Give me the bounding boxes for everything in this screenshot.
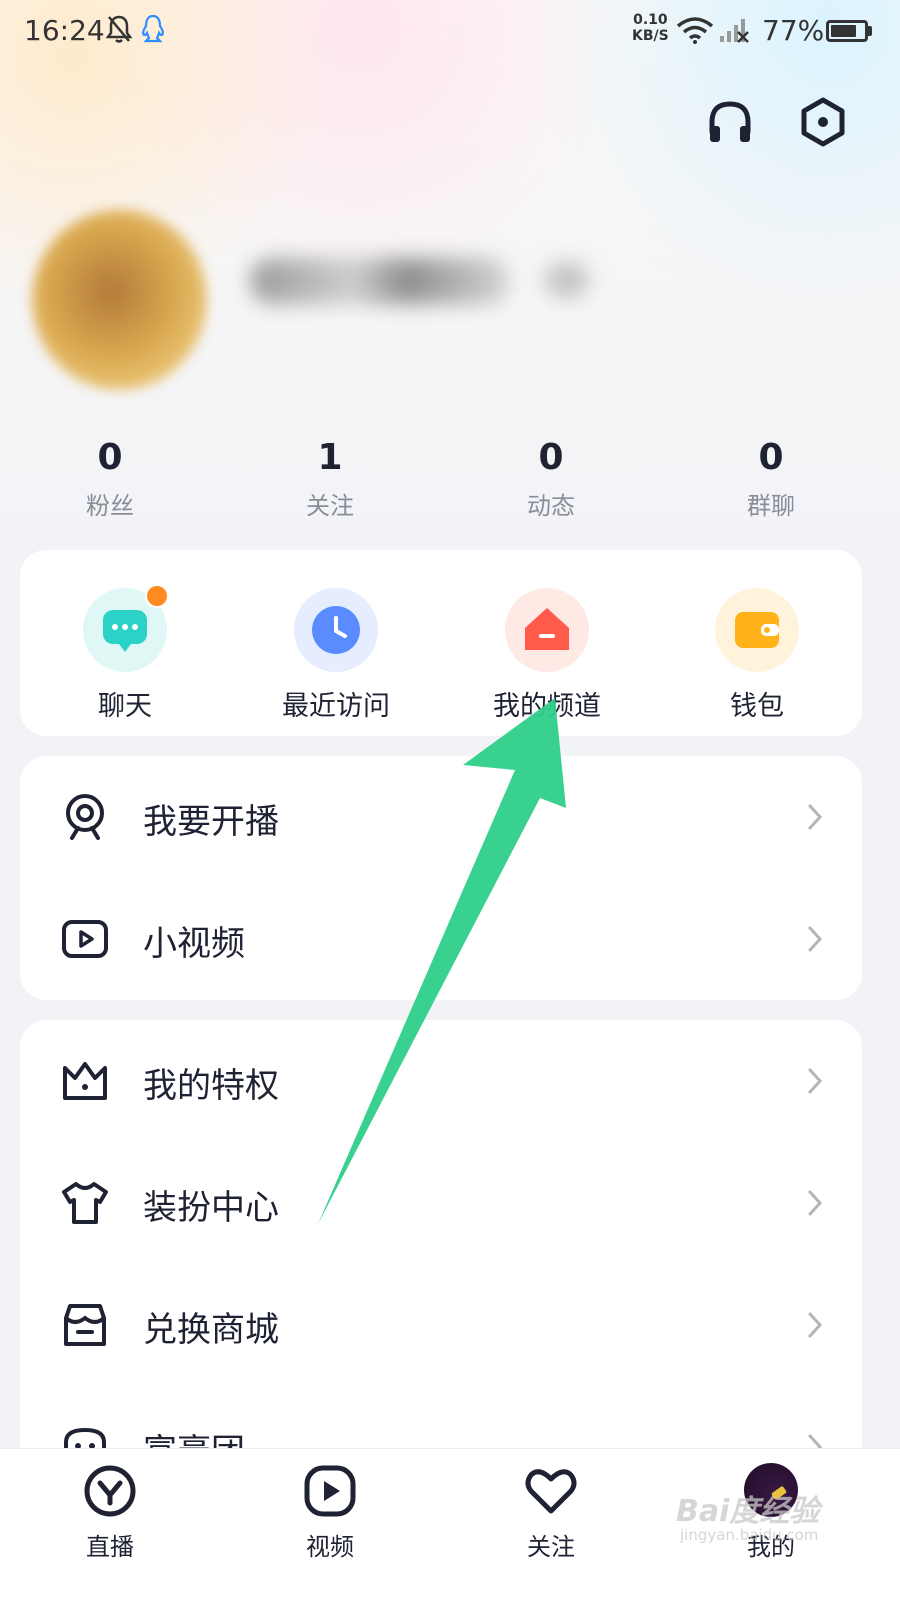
menu-exchange-store[interactable]: 兑换商城 <box>20 1264 862 1386</box>
battery-tip <box>868 26 872 36</box>
battery-icon <box>826 20 868 42</box>
stat-groups[interactable]: 0 群聊 <box>701 436 841 521</box>
chevron-right-icon <box>808 804 823 830</box>
battery-percent: 77% <box>762 14 825 47</box>
quick-chat[interactable]: 聊天 <box>35 584 215 723</box>
watermark: Bai度经验 <box>676 1494 820 1529</box>
stat-following[interactable]: 1 关注 <box>260 436 400 521</box>
chevron-right-icon <box>808 1312 823 1338</box>
profile-badge-blurred <box>545 262 589 298</box>
stat-posts[interactable]: 0 动态 <box>481 436 621 521</box>
crown-icon <box>63 1062 107 1100</box>
profile-avatar[interactable] <box>32 210 207 390</box>
nav-follow[interactable]: 关注 <box>481 1463 621 1562</box>
quick-wallet[interactable]: 钱包 <box>667 588 847 723</box>
status-bar: 16:24 0.10 KB/S 77% <box>0 0 900 64</box>
watermark-url: jingyan.baidu.com <box>680 1526 819 1544</box>
quick-recent-visits[interactable]: 最近访问 <box>246 588 426 723</box>
mute-bell-icon <box>106 15 132 43</box>
store-icon <box>64 1304 106 1346</box>
chat-icon-bg <box>83 584 169 672</box>
notification-dot <box>145 584 169 608</box>
quick-my-channel[interactable]: 我的频道 <box>457 588 637 723</box>
stat-value: 0 <box>97 437 123 478</box>
profile-name-blurred[interactable] <box>250 258 510 304</box>
menu-short-video[interactable]: 小视频 <box>20 878 862 1000</box>
nav-video[interactable]: 视频 <box>260 1463 400 1562</box>
quick-channel-label: 我的频道 <box>493 691 601 722</box>
menu-go-live-label: 我要开播 <box>143 802 279 842</box>
nav-follow-label: 关注 <box>527 1533 575 1561</box>
webcam-icon <box>66 794 104 840</box>
settings-hexagon-icon[interactable] <box>797 96 849 148</box>
video-play-icon <box>62 920 108 958</box>
wallet-icon <box>735 612 779 648</box>
menu-privileges-label: 我的特权 <box>143 1066 279 1106</box>
quick-recent-label: 最近访问 <box>282 691 390 722</box>
stat-fans[interactable]: 0 粉丝 <box>40 436 180 521</box>
clock-icon <box>312 606 360 654</box>
menu-dressup-center[interactable]: 装扮中心 <box>20 1142 862 1264</box>
stat-label: 群聊 <box>747 492 795 520</box>
chevron-right-icon <box>808 1068 823 1094</box>
clock-icon-bg <box>294 588 378 672</box>
heart-icon <box>525 1469 577 1514</box>
wallet-icon-bg <box>715 588 799 672</box>
network-speed: 0.10 KB/S <box>632 12 669 44</box>
menu-dressup-label: 装扮中心 <box>143 1188 279 1228</box>
video-icon <box>304 1465 356 1517</box>
no-signal-icon <box>720 19 749 43</box>
battery-level-fill <box>831 25 856 37</box>
nav-live[interactable]: 直播 <box>40 1463 180 1562</box>
headphones-icon[interactable] <box>704 96 756 148</box>
shirt-icon <box>62 1182 108 1224</box>
menu-card-primary: 我要开播 小视频 <box>20 756 862 1000</box>
menu-go-live[interactable]: 我要开播 <box>20 756 862 878</box>
menu-short-video-label: 小视频 <box>143 924 245 964</box>
menu-privileges[interactable]: 我的特权 <box>20 1020 862 1142</box>
chevron-right-icon <box>808 1190 823 1216</box>
qq-penguin-icon <box>142 14 164 43</box>
status-time: 16:24 <box>24 14 105 47</box>
nav-video-label: 视频 <box>306 1533 354 1561</box>
menu-exchange-label: 兑换商城 <box>143 1310 279 1350</box>
live-icon <box>84 1465 136 1517</box>
network-speed-value: 0.10 <box>633 12 668 28</box>
stat-value: 1 <box>317 437 343 478</box>
quick-wallet-label: 钱包 <box>730 691 784 722</box>
nav-live-label: 直播 <box>86 1533 134 1561</box>
network-speed-unit: KB/S <box>632 28 669 44</box>
stat-label: 粉丝 <box>86 492 134 520</box>
stat-value: 0 <box>758 437 784 478</box>
stat-value: 0 <box>538 437 564 478</box>
house-icon-bg <box>505 588 589 672</box>
stat-label: 关注 <box>306 492 354 520</box>
wifi-icon <box>676 17 714 44</box>
stats-row: 0 粉丝 1 关注 0 动态 0 群聊 <box>0 436 900 526</box>
quick-actions-card: 聊天 最近访问 我的频道 钱包 <box>20 550 862 736</box>
chevron-right-icon <box>808 926 823 952</box>
quick-chat-label: 聊天 <box>98 691 152 722</box>
house-icon <box>525 608 569 650</box>
stat-label: 动态 <box>527 492 575 520</box>
menu-card-secondary: 我的特权 装扮中心 兑换商城 富豪团 <box>20 1020 862 1500</box>
